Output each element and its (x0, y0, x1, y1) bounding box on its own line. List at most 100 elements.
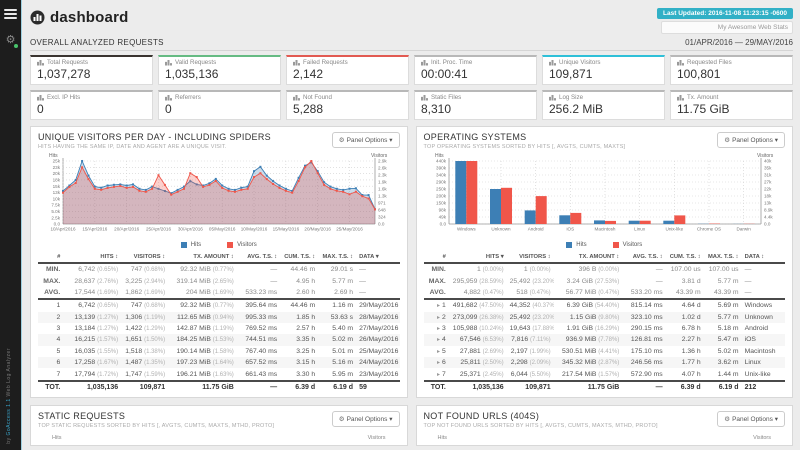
metric-value: 1,035,136 (165, 67, 274, 81)
metric-label: Not Found (303, 94, 332, 101)
table-row[interactable]: ▸527,881 (2.69%)2,197 (1.99%)530.51 MiB … (424, 346, 786, 357)
panel-options-button[interactable]: ⚙Panel Options ▾ (717, 132, 785, 148)
unique-visitors-chart: 25k23k20k18k15k13k10k7.5k5.0k2.5k0.02.9k… (38, 152, 400, 241)
column-header-max-t-s-[interactable]: MAX. T.S. ↕ (318, 252, 356, 263)
expand-caret-icon[interactable]: ▸ (437, 349, 440, 355)
table-row[interactable]: ▸467,546 (6.53%)7,816 (7.11%)936.9 MiB (… (424, 334, 786, 345)
column-header-cum-t-s-[interactable]: CUM. T.S. ↕ (280, 252, 318, 263)
table-row[interactable]: ▸1491,682 (47.50%)44,352 (40.37%)6.39 Gi… (424, 299, 786, 311)
chart-axis-labels: HitsVisitors (38, 431, 400, 441)
svg-text:324: 324 (378, 215, 386, 220)
metric-value: 0 (165, 102, 274, 116)
svg-text:Unknown: Unknown (491, 227, 511, 232)
menu-hamburger-icon[interactable] (4, 9, 17, 19)
report-name-input[interactable] (661, 21, 793, 34)
overall-title: OVERALL ANALYZED REQUESTS (30, 38, 164, 47)
svg-text:27k: 27k (764, 180, 772, 185)
legend-item[interactable]: Visitors (613, 242, 643, 248)
svg-text:25/Apr/2016: 25/Apr/2016 (146, 227, 171, 232)
metric-value: 109,871 (549, 67, 658, 81)
summary-row: MIN.1 (0.00%)1 (0.00%)396 B (0.00%)—107.… (424, 263, 786, 275)
panel-subtitle: HITS HAVING THE SAME IP, DATE AND AGENT … (38, 144, 271, 150)
panel-options-button[interactable]: ⚙Panel Options ▾ (332, 132, 400, 148)
operating-systems-chart: 440k390k340k290k250k200k150k98k49k0.040k… (424, 152, 786, 241)
expand-caret-icon[interactable]: ▸ (437, 337, 440, 343)
svg-text:18k: 18k (53, 178, 61, 183)
dashboard-logo-icon (30, 10, 45, 25)
column-header-visitors[interactable]: VISITORS ↕ (121, 252, 168, 263)
metric-value: 0 (37, 102, 146, 116)
svg-text:Macintosh: Macintosh (594, 227, 615, 232)
metric-value: 100,801 (677, 67, 786, 81)
table-row: 213,139 (1.27%)1,306 (1.19%)112.65 MiB (… (38, 312, 400, 323)
credit-link[interactable]: GoAccess 1.1 (6, 399, 12, 436)
svg-text:13k: 13k (764, 201, 772, 206)
column-header-hits[interactable]: HITS ▾ (449, 252, 507, 263)
metric-value: 00:00:41 (421, 67, 530, 81)
column-header-visitors[interactable]: VISITORS ↕ (507, 252, 554, 263)
expand-caret-icon[interactable]: ▸ (437, 315, 440, 321)
panel-heading: OPERATING SYSTEMS TOP OPERATING SYSTEMS … (424, 132, 626, 150)
table-row[interactable]: ▸625,811 (2.50%)2,298 (2.09%)345.32 MiB … (424, 357, 786, 368)
metric-label: Log Size (559, 94, 583, 101)
column-header--[interactable]: # (424, 252, 449, 263)
metric-value: 8,310 (421, 102, 530, 116)
header-subrow: OVERALL ANALYZED REQUESTS 01/APR/2016 — … (30, 38, 793, 47)
svg-text:2.9k: 2.9k (378, 159, 387, 164)
bar-chart-icon (549, 95, 556, 101)
table-row: 617,258 (1.67%)1,487 (1.35%)197.23 MiB (… (38, 357, 400, 368)
column-header-data[interactable]: DATA ↕ (742, 252, 785, 263)
expand-caret-icon[interactable]: ▸ (437, 372, 440, 378)
svg-text:Darwin: Darwin (736, 227, 751, 232)
svg-text:0.0: 0.0 (439, 222, 446, 227)
metric-card: Valid Requests 1,035,136 (158, 55, 281, 85)
column-header-max-t-s-[interactable]: MAX. T.S. ↕ (704, 252, 742, 263)
expand-caret-icon[interactable]: ▸ (437, 326, 440, 332)
column-header-cum-t-s-[interactable]: CUM. T.S. ↕ (666, 252, 704, 263)
sidebar: ⚙ by GoAccess 1.1 Web Log Analyzer (0, 0, 22, 450)
legend-swatch (227, 242, 233, 248)
expand-caret-icon[interactable]: ▸ (437, 303, 440, 309)
column-header-hits[interactable]: HITS ↕ (63, 252, 121, 263)
svg-text:15k: 15k (53, 184, 61, 189)
metric-label: Requested Files (687, 59, 732, 66)
legend-item[interactable]: Hits (181, 242, 201, 248)
settings-gear-icon[interactable]: ⚙ (0, 33, 21, 46)
gear-icon: ⚙ (339, 137, 345, 144)
svg-text:340k: 340k (436, 173, 447, 178)
svg-text:2.6k: 2.6k (378, 166, 387, 171)
metric-card: Tx. Amount 11.75 GiB (670, 90, 793, 120)
chart-axis-labels: HitsVisitors (424, 431, 786, 441)
column-header-tx-amount[interactable]: TX. AMOUNT ↕ (168, 252, 237, 263)
legend-item[interactable]: Hits (566, 242, 586, 248)
column-header-avg-t-s-[interactable]: AVG. T.S. ↕ (622, 252, 665, 263)
metric-card: Failed Requests 2,142 (286, 55, 409, 85)
summary-row: MAX.28,637 (2.76%)3,225 (2.94%)319.14 Mi… (38, 275, 400, 286)
svg-text:25/May/2016: 25/May/2016 (336, 227, 363, 232)
svg-text:10k: 10k (53, 196, 61, 201)
table-row[interactable]: ▸3105,988 (10.24%)19,643 (17.88%)1.91 Gi… (424, 323, 786, 334)
expand-caret-icon[interactable]: ▸ (437, 360, 440, 366)
svg-text:15/May/2016: 15/May/2016 (273, 227, 300, 232)
legend-item[interactable]: Visitors (227, 242, 257, 248)
svg-text:20k: 20k (53, 171, 61, 176)
svg-text:22k: 22k (764, 187, 772, 192)
svg-text:40k: 40k (764, 159, 772, 164)
panel-options-button[interactable]: ⚙Panel Options ▾ (717, 411, 785, 427)
column-header-data[interactable]: DATA ▾ (356, 252, 399, 263)
svg-text:30/Apr/2016: 30/Apr/2016 (178, 227, 203, 232)
table-row[interactable]: ▸725,371 (2.45%)6,044 (5.50%)217.54 MiB … (424, 368, 786, 380)
panel-options-button[interactable]: ⚙Panel Options ▾ (332, 411, 400, 427)
column-header--[interactable]: # (38, 252, 63, 263)
panel-unique-visitors: UNIQUE VISITORS PER DAY - INCLUDING SPID… (30, 126, 408, 398)
metric-label: Unique Visitors (559, 59, 601, 66)
svg-text:4.4k: 4.4k (764, 215, 773, 220)
table-row: 516,035 (1.55%)1,518 (1.38%)190.14 MiB (… (38, 346, 400, 357)
metric-card: Not Found 5,288 (286, 90, 409, 120)
bar-chart-icon (421, 60, 428, 66)
svg-text:150k: 150k (436, 201, 447, 206)
svg-text:1.6k: 1.6k (378, 187, 387, 192)
table-row[interactable]: ▸2273,099 (26.38%)25,492 (23.20%)1.15 Gi… (424, 312, 786, 323)
column-header-tx-amount[interactable]: TX. AMOUNT ↕ (554, 252, 623, 263)
column-header-avg-t-s-[interactable]: AVG. T.S. ↕ (237, 252, 280, 263)
